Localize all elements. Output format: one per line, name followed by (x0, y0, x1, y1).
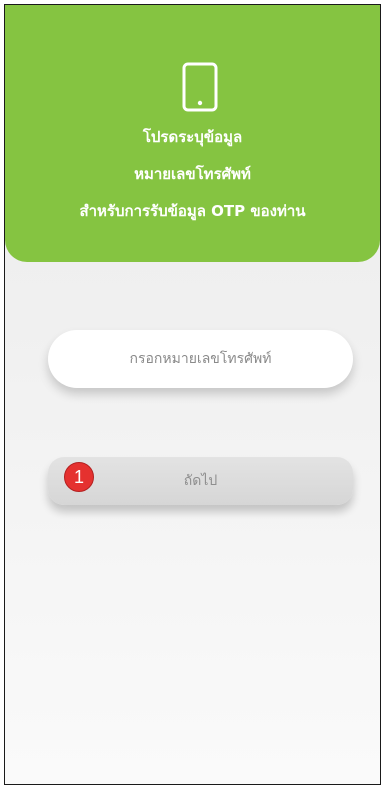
header-title-line-2: หมายเลขโทรศัพท์ (134, 165, 251, 183)
step-number-badge: 1 (64, 462, 94, 492)
next-button[interactable]: ถัดไป (48, 457, 353, 505)
header-title-line-1: โปรดระบุข้อมูล (142, 128, 243, 146)
phone-number-input[interactable] (48, 330, 353, 388)
header-title-line-3: สำหรับการรับข้อมูล OTP ของท่าน (79, 202, 306, 220)
app-screen: โปรดระบุข้อมูล หมายเลขโทรศัพท์ สำหรับการ… (4, 4, 381, 785)
next-button-label: ถัดไป (183, 473, 218, 489)
header-banner: โปรดระบุข้อมูล หมายเลขโทรศัพท์ สำหรับการ… (5, 5, 380, 262)
smartphone-icon (182, 62, 218, 112)
